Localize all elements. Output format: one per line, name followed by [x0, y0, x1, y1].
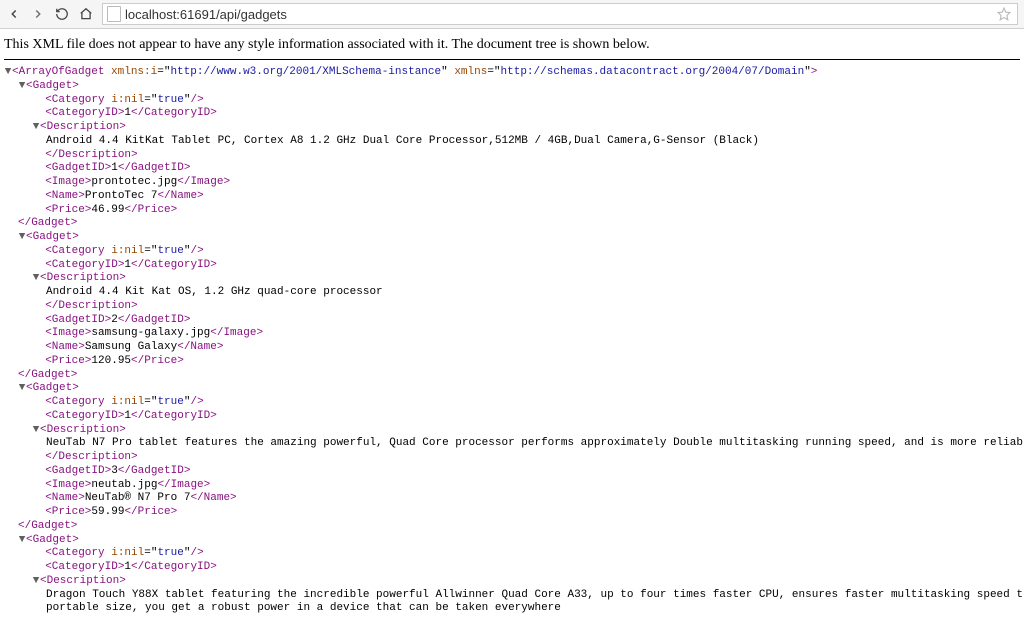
collapse-toggle[interactable]: ▼ [18, 80, 26, 94]
collapse-toggle[interactable]: ▼ [32, 272, 40, 286]
back-button[interactable] [6, 6, 22, 22]
address-bar[interactable]: localhost:61691/api/gadgets [102, 3, 1018, 25]
reload-button[interactable] [54, 6, 70, 22]
collapse-toggle[interactable]: ▼ [18, 534, 26, 548]
url-text: localhost:61691/api/gadgets [125, 7, 287, 22]
collapse-toggle[interactable]: ▼ [4, 66, 12, 80]
bookmark-icon[interactable] [997, 7, 1011, 21]
xml-notice: This XML file does not appear to have an… [0, 29, 1024, 59]
collapse-toggle[interactable]: ▼ [32, 424, 40, 438]
forward-button[interactable] [30, 6, 46, 22]
collapse-toggle[interactable]: ▼ [32, 121, 40, 135]
home-button[interactable] [78, 6, 94, 22]
collapse-toggle[interactable]: ▼ [18, 231, 26, 245]
collapse-toggle[interactable]: ▼ [32, 575, 40, 589]
separator [4, 59, 1020, 60]
page-icon [107, 6, 121, 22]
collapse-toggle[interactable]: ▼ [18, 382, 26, 396]
browser-toolbar: localhost:61691/api/gadgets [0, 0, 1024, 29]
xml-tree: ▼<ArrayOfGadget xmlns:i="http://www.w3.o… [0, 66, 1024, 626]
